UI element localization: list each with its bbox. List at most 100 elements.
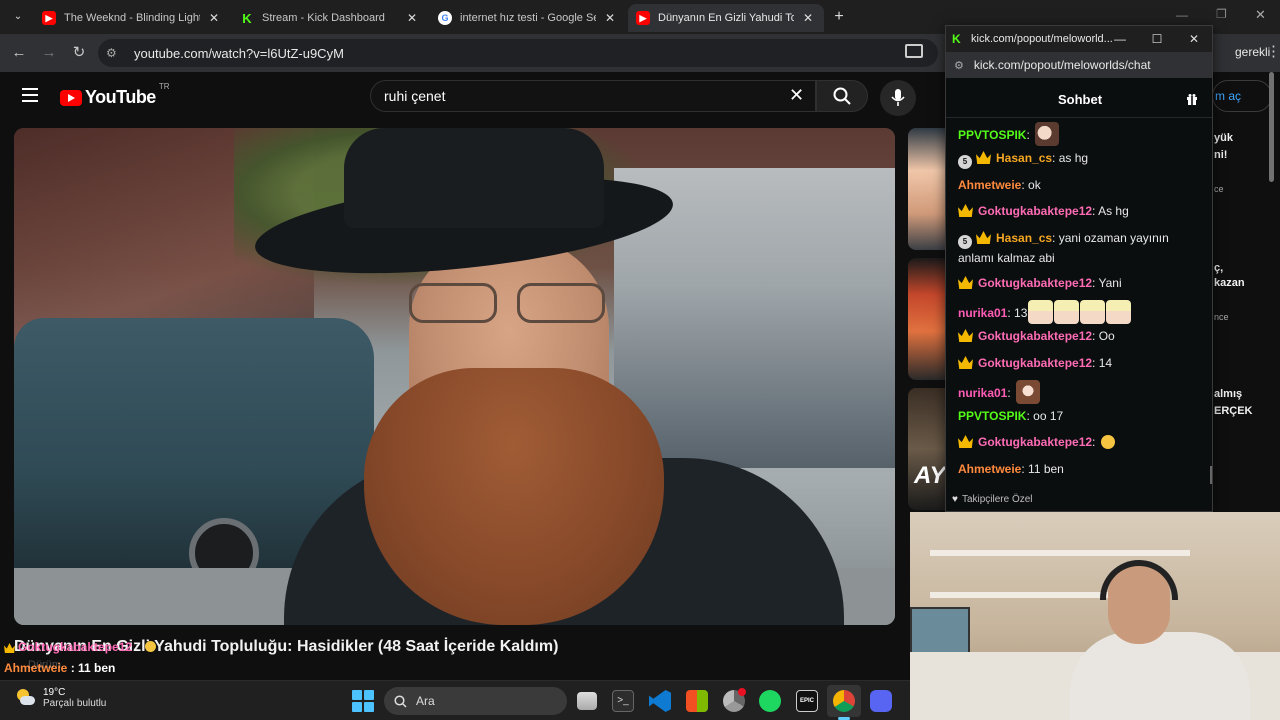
chat-text: 14 xyxy=(1098,356,1113,370)
menu-icon[interactable] xyxy=(22,88,38,102)
chat-message: nurika01: xyxy=(958,380,1206,404)
microphone-icon xyxy=(891,89,905,106)
chat-username[interactable]: Hasan_cs xyxy=(996,231,1052,245)
chat-username[interactable]: Goktugkabaktepe12 xyxy=(978,204,1092,218)
discord-icon[interactable] xyxy=(870,690,892,712)
site-info-icon[interactable]: ⚙ xyxy=(954,59,964,72)
scrollbar-thumb[interactable] xyxy=(1210,466,1212,484)
forward-icon[interactable]: → xyxy=(38,42,60,64)
smile-emoji-icon xyxy=(144,641,156,652)
chat-text: As hg xyxy=(1098,204,1129,218)
related-title-fragment[interactable]: yük xyxy=(1214,132,1233,144)
site-info-icon[interactable]: ⚙ xyxy=(106,46,124,60)
chat-username[interactable]: nurika01 xyxy=(958,306,1007,320)
reload-icon[interactable]: ↻ xyxy=(68,42,90,64)
tab-title: The Weeknd - Blinding Lights ( xyxy=(64,12,200,24)
new-tab-button[interactable]: + xyxy=(830,7,848,27)
search-button[interactable] xyxy=(816,80,868,112)
close-icon[interactable]: ✕ xyxy=(404,11,420,25)
kick-favicon-icon: K xyxy=(952,32,961,46)
voice-search-button[interactable] xyxy=(880,80,916,116)
video-player[interactable] xyxy=(14,128,895,625)
spotify-icon[interactable] xyxy=(759,690,781,712)
chrome-icon[interactable] xyxy=(833,690,855,712)
close-window-icon[interactable]: ✕ xyxy=(1255,7,1266,23)
crown-badge-icon xyxy=(958,356,973,369)
close-icon[interactable]: ✕ xyxy=(800,11,816,25)
tab-active-video[interactable]: ▶ Dünyanın En Gizli Yahudi Toplul ✕ xyxy=(628,4,824,32)
subscribe-button-fragment[interactable]: m aç xyxy=(1212,80,1272,112)
weather-widget[interactable]: 19°C Parçalı bulutlu xyxy=(15,687,106,709)
tab-weeknd[interactable]: ▶ The Weeknd - Blinding Lights ( ✕ xyxy=(34,4,230,32)
popup-url-bar[interactable]: ⚙ kick.com/popout/meloworlds/chat xyxy=(946,52,1212,78)
scrollbar-thumb[interactable] xyxy=(1269,72,1274,182)
file-explorer-icon[interactable] xyxy=(577,692,597,710)
related-title-fragment[interactable]: ç, xyxy=(1214,262,1223,274)
search-input[interactable]: ruhi çenet xyxy=(370,80,816,112)
followers-only-label: Takipçilere Özel xyxy=(961,494,1033,505)
notification-dot xyxy=(738,688,746,696)
chat-username[interactable]: nurika01 xyxy=(958,386,1007,400)
chat-username[interactable]: Goktugkabaktepe12 xyxy=(978,435,1092,449)
related-thumbnail[interactable] xyxy=(908,258,945,380)
hat-crown xyxy=(344,128,604,228)
clear-search-icon[interactable]: ✕ xyxy=(789,86,804,104)
related-title-fragment[interactable]: kazan xyxy=(1214,277,1245,289)
gift-icon[interactable] xyxy=(1186,93,1198,105)
popup-url-text: kick.com/popout/meloworlds/chat xyxy=(973,58,1151,72)
chat-title: Sohbet xyxy=(1057,92,1103,107)
close-icon[interactable]: ✕ xyxy=(602,11,618,25)
related-title-fragment[interactable]: almış xyxy=(1214,388,1242,400)
heart-icon: ♥ xyxy=(952,494,958,505)
close-icon[interactable]: ✕ xyxy=(1175,26,1212,52)
tab-google-search[interactable]: G internet hız testi - Google Sear ✕ xyxy=(430,4,626,32)
anime-emote-icon xyxy=(1028,300,1054,324)
crown-badge-icon xyxy=(4,643,15,653)
address-bar[interactable]: ⚙ youtube.com/watch?v=l6UtZ-u9CyM xyxy=(98,39,938,67)
taskbar-search[interactable]: Ara xyxy=(384,687,567,715)
chat-username[interactable]: Ahmetweie xyxy=(958,462,1021,476)
overlay-faded-line: Dürüm xyxy=(28,659,62,671)
vscode-icon[interactable] xyxy=(649,690,671,712)
search-icon xyxy=(394,694,407,708)
minimize-icon[interactable]: — xyxy=(1176,8,1188,22)
popup-title-text: kick.com/popout/meloworld... xyxy=(971,33,1113,45)
chat-header: Sohbet xyxy=(946,82,1212,118)
back-icon[interactable]: ← xyxy=(8,42,30,64)
restore-icon[interactable]: ❐ xyxy=(1216,7,1227,21)
tab-title: internet hız testi - Google Sear xyxy=(460,12,596,24)
tab-kick-dashboard[interactable]: K Stream - Kick Dashboard ✕ xyxy=(232,4,428,32)
related-title-fragment[interactable]: ERÇEK xyxy=(1214,405,1253,417)
more-vert-icon[interactable]: ⋮ xyxy=(1266,42,1280,60)
chat-message: PPVTOSPIK: oo 17 xyxy=(958,409,1064,423)
youtube-favicon-icon: ▶ xyxy=(636,11,650,25)
youtube-play-icon xyxy=(60,89,82,106)
chat-username[interactable]: PPVTOSPIK xyxy=(958,128,1026,142)
chat-username[interactable]: Hasan_cs xyxy=(996,151,1052,165)
cat-emote-icon xyxy=(1035,122,1060,146)
epic-games-icon[interactable]: EPIC xyxy=(796,690,818,712)
related-meta-fragment: ce xyxy=(1214,184,1224,194)
related-thumbnail[interactable] xyxy=(908,128,945,250)
chat-username[interactable]: Ahmetweie xyxy=(958,178,1021,192)
terminal-icon[interactable]: >_ xyxy=(612,690,634,712)
related-thumbnail[interactable]: AY xyxy=(908,388,945,510)
person-beard xyxy=(364,368,664,625)
smile-emoji-icon xyxy=(1100,435,1115,449)
youtube-logo[interactable]: YouTube TR xyxy=(60,82,170,108)
cast-icon[interactable] xyxy=(905,44,923,58)
chat-text: as hg xyxy=(1058,151,1089,165)
related-title-fragment[interactable]: ni! xyxy=(1214,149,1227,161)
tab-search-button[interactable]: ⌄ xyxy=(8,7,28,27)
kick-chat-popup: K kick.com/popout/meloworld... — ☐ ✕ ⚙ k… xyxy=(945,25,1213,512)
chat-username[interactable]: Goktugkabaktepe12 xyxy=(978,356,1092,370)
microsoft-store-icon[interactable] xyxy=(686,690,708,712)
chat-username[interactable]: Goktugkabaktepe12 xyxy=(978,276,1092,290)
minimize-icon[interactable]: — xyxy=(1101,26,1139,52)
close-icon[interactable]: ✕ xyxy=(206,11,222,25)
maximize-icon[interactable]: ☐ xyxy=(1138,26,1176,52)
chat-username[interactable]: PPVTOSPIK xyxy=(958,409,1026,423)
chat-username[interactable]: Goktugkabaktepe12 xyxy=(978,329,1092,343)
start-button[interactable] xyxy=(352,690,374,712)
chat-message: Ahmetweie: 11 ben xyxy=(958,462,1064,476)
